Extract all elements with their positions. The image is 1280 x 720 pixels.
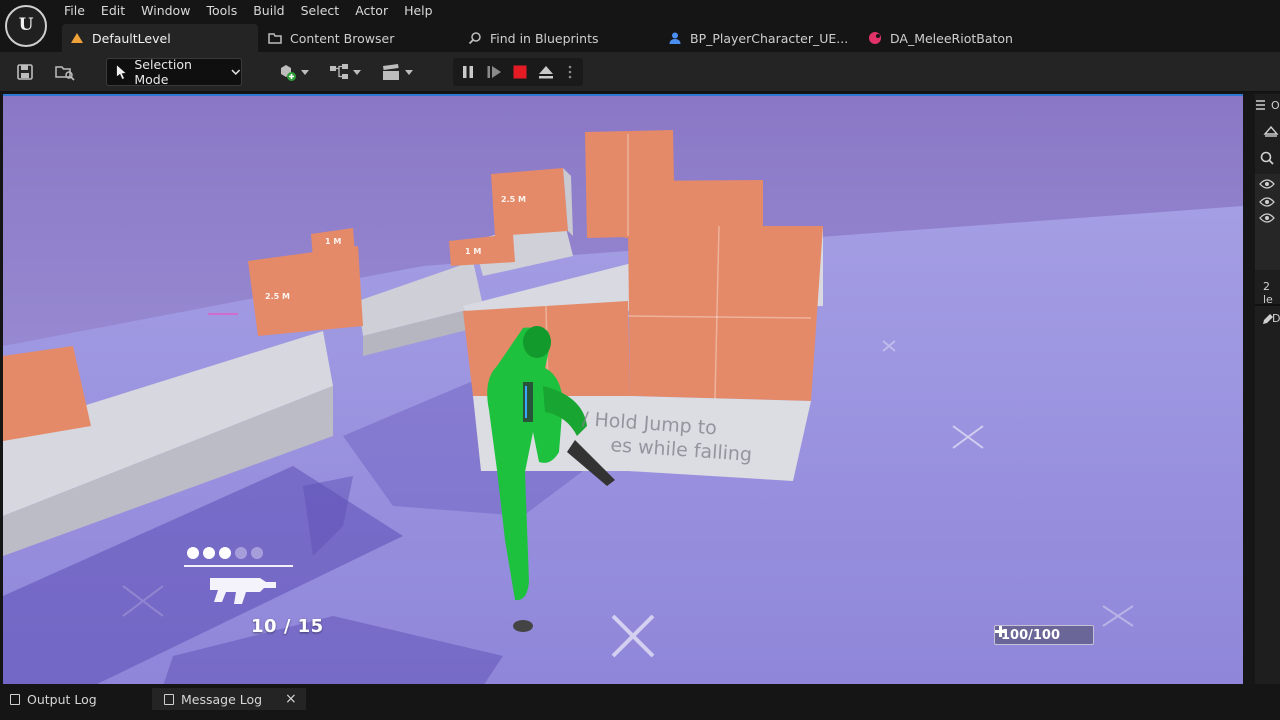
tab-find-in-blueprints[interactable]: Find in Blueprints (460, 24, 650, 52)
level-icon (70, 31, 84, 45)
chevron-down-icon (405, 69, 413, 75)
outliner-title: O (1271, 99, 1280, 112)
health-display: 100/100 (994, 625, 1094, 645)
add-actor-button[interactable] (274, 60, 312, 84)
outliner-panel[interactable]: O 2 le D (1255, 94, 1280, 684)
box-label: 1 M (325, 237, 341, 246)
grenade-pip (187, 547, 199, 559)
blueprints-button[interactable] (326, 60, 364, 84)
close-icon: × (285, 691, 297, 707)
blueprint-graph-icon (330, 64, 348, 79)
box-label: 1 M (465, 247, 481, 256)
tab-bp-player-character[interactable]: BP_PlayerCharacter_UE... (660, 24, 850, 52)
bottom-log-bar: Output Log Message Log × (0, 684, 1280, 720)
menu-help[interactable]: Help (396, 0, 441, 24)
output-log-icon (10, 693, 20, 705)
filter-icon[interactable] (1263, 124, 1279, 138)
box-label: 2.5 M (501, 195, 526, 204)
more-options-icon (568, 65, 572, 79)
chevron-down-icon (353, 69, 361, 75)
stop-button[interactable] (509, 60, 531, 84)
pause-button[interactable] (457, 60, 479, 84)
tab-label: Content Browser (290, 30, 395, 46)
folder-icon (268, 31, 282, 45)
outliner-rows (1255, 174, 1280, 270)
selection-mode-label: Selection Mode (134, 57, 192, 87)
menu-build[interactable]: Build (245, 0, 292, 24)
menu-file[interactable]: File (56, 0, 93, 24)
cinematics-button[interactable] (378, 60, 416, 84)
pause-icon (463, 66, 473, 78)
chevron-down-icon (301, 69, 309, 75)
output-log-tab[interactable]: Output Log (10, 688, 97, 710)
tab-label: DA_MeleeRiotBaton (890, 30, 1013, 46)
browse-level-button[interactable] (53, 60, 77, 84)
visibility-eye-icon[interactable] (1259, 212, 1275, 224)
cursor-icon (116, 65, 126, 79)
save-button[interactable] (14, 60, 36, 84)
health-plus-icon (995, 626, 1006, 637)
outliner-item-count: 2 le (1263, 280, 1273, 306)
grenade-pip (251, 547, 263, 559)
level-viewport[interactable]: 2.5 M 1 M 1 M 2.5 M / Hold Jump to es wh… (3, 94, 1243, 684)
eject-button[interactable] (535, 60, 557, 84)
tab-da-melee-riot-baton[interactable]: DA_MeleeRiotBaton (860, 24, 1050, 52)
menu-actor[interactable]: Actor (347, 0, 396, 24)
search-icon[interactable] (1259, 150, 1275, 166)
message-log-tab[interactable]: Message Log (164, 688, 262, 710)
menu-edit[interactable]: Edit (93, 0, 133, 24)
tab-label: BP_PlayerCharacter_UE... (690, 30, 849, 46)
unreal-logo-icon[interactable]: U (5, 5, 47, 47)
level-toolbar: Selection Mode (0, 52, 1280, 92)
browse-folder-icon (55, 66, 75, 81)
editor-tab-bar: DefaultLevel Content Browser Find in Blu… (0, 24, 1280, 52)
clapperboard-icon (383, 64, 399, 80)
frame-skip-icon (487, 66, 501, 78)
play-options-button[interactable] (563, 60, 577, 84)
main-menu: File Edit Window Tools Build Select Acto… (56, 0, 441, 24)
visibility-eye-icon[interactable] (1259, 178, 1275, 190)
health-value: 100/100 (1001, 627, 1061, 643)
frame-skip-button[interactable] (483, 60, 505, 84)
game-scene: 2.5 M 1 M 1 M 2.5 M (3, 96, 1243, 684)
visibility-eye-icon[interactable] (1259, 196, 1275, 208)
grenade-pip (203, 547, 215, 559)
menu-tools[interactable]: Tools (198, 0, 245, 24)
tab-label: DefaultLevel (92, 30, 171, 46)
output-log-label: Output Log (27, 691, 97, 707)
grenade-pip (235, 547, 247, 559)
menu-bar: U File Edit Window Tools Build Select Ac… (0, 0, 1280, 47)
data-asset-icon (868, 31, 882, 45)
tab-default-level[interactable]: DefaultLevel (62, 24, 258, 52)
close-message-log-button[interactable]: × (285, 688, 297, 710)
stop-icon (513, 65, 527, 79)
tab-content-browser[interactable]: Content Browser (260, 24, 450, 52)
box-label: 2.5 M (265, 292, 290, 301)
eject-icon (539, 66, 553, 79)
ammo-counter: 10 / 15 (251, 616, 324, 637)
message-log-icon (164, 693, 174, 705)
menu-select[interactable]: Select (293, 0, 348, 24)
outliner-panel-edge: O 2 le D (1243, 94, 1280, 684)
play-controls (453, 58, 583, 86)
message-log-label: Message Log (181, 691, 263, 707)
save-icon (17, 64, 33, 80)
add-actor-icon (281, 65, 296, 81)
tab-label: Find in Blueprints (490, 30, 599, 46)
details-title: D (1272, 312, 1280, 325)
chevron-down-icon (231, 69, 241, 75)
grenade-pip (219, 547, 231, 559)
find-icon (468, 31, 482, 45)
blueprint-icon (668, 31, 682, 45)
selection-mode-dropdown[interactable]: Selection Mode (106, 57, 242, 87)
menu-window[interactable]: Window (133, 0, 198, 24)
